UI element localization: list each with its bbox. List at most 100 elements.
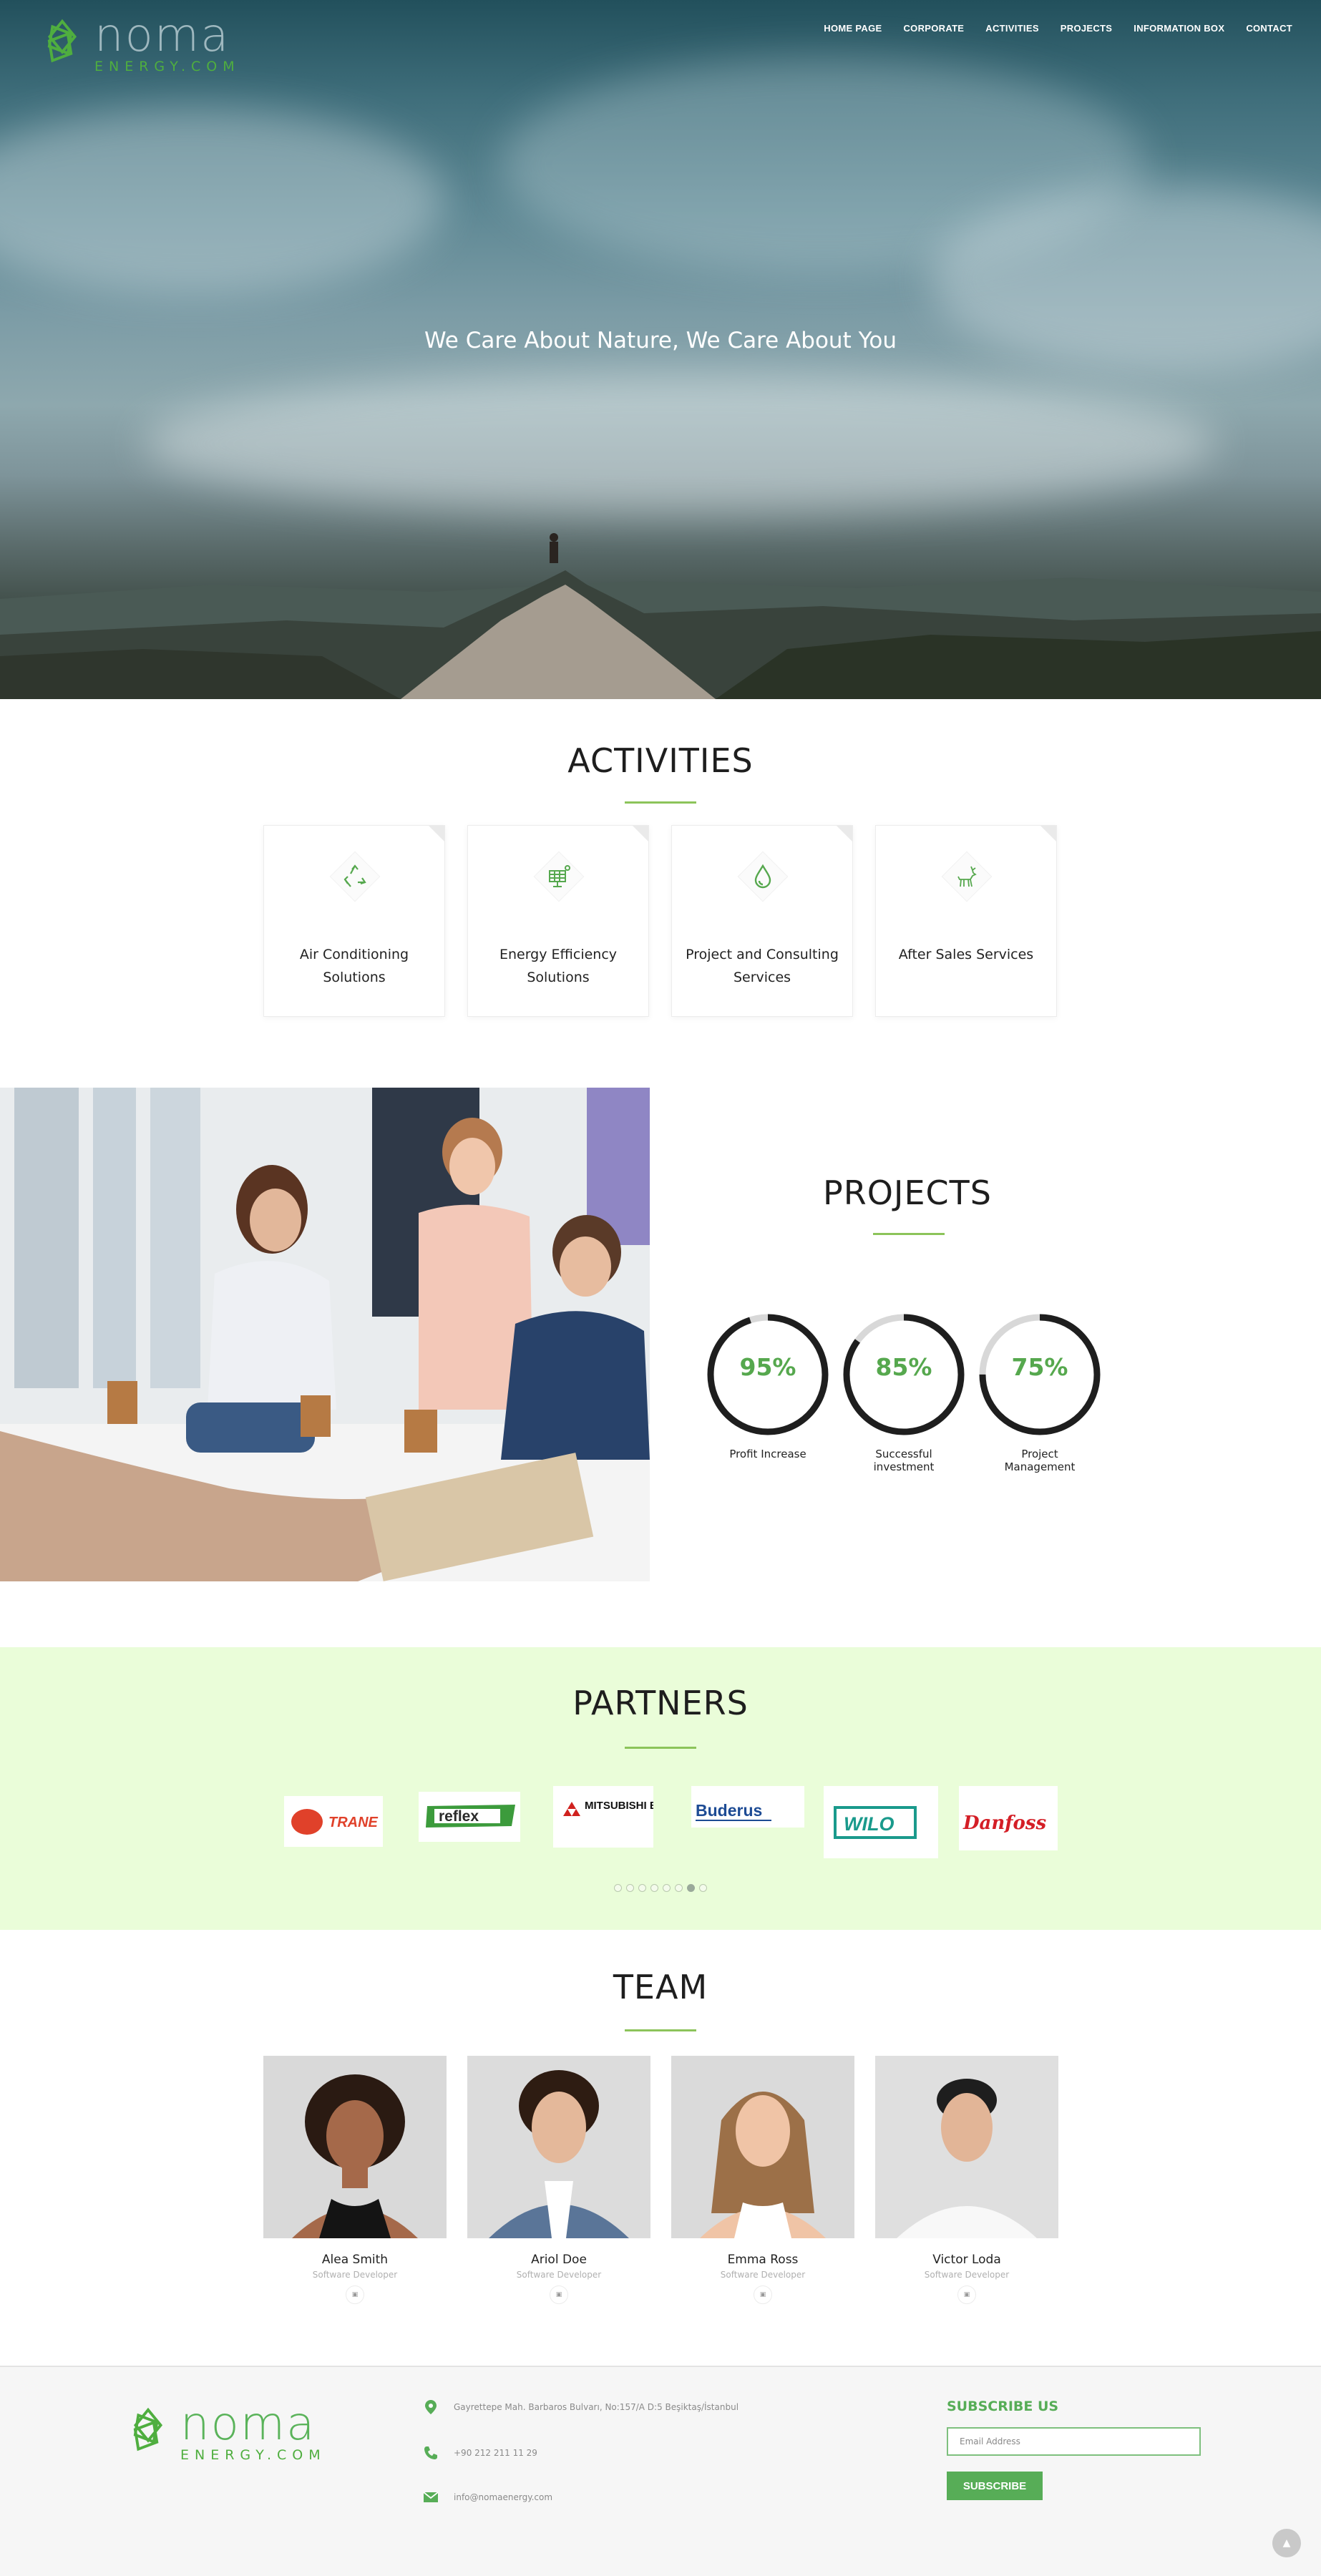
scroll-to-top-icon[interactable]: ▲ bbox=[1272, 2529, 1301, 2557]
carousel-dot[interactable] bbox=[675, 1884, 683, 1892]
partner-logo-wilo[interactable]: WILO bbox=[824, 1786, 938, 1858]
logo-wordmark: noma bbox=[94, 9, 230, 62]
activity-card-air-conditioning[interactable]: Air Conditioning Solutions bbox=[263, 825, 445, 1017]
water-drop-icon bbox=[754, 864, 771, 889]
carousel-dot[interactable] bbox=[650, 1884, 658, 1892]
solar-panel-icon bbox=[549, 865, 570, 887]
noma-logo-icon bbox=[47, 19, 77, 62]
social-link-icon[interactable]: ▣ bbox=[957, 2285, 976, 2304]
phone-text: +90 212 211 11 29 bbox=[454, 2448, 537, 2458]
footer: noma ENERGY.COM Gayrettepe Mah. Barbaros… bbox=[0, 2366, 1321, 2576]
nav-projects[interactable]: PROJECTS bbox=[1061, 23, 1112, 34]
nav-home-page[interactable]: HOME PAGE bbox=[824, 23, 882, 34]
phone-icon bbox=[424, 2446, 437, 2459]
hero-section: noma ENERGY.COM HOME PAGE CORPORATE ACTI… bbox=[0, 0, 1321, 699]
partner-logo-text: TRANE bbox=[328, 1815, 379, 1830]
stat-caption: Profit Increase bbox=[729, 1448, 806, 1460]
stat-project-management: 75% Project Management bbox=[977, 1312, 1103, 1473]
member-role: Software Developer bbox=[312, 2270, 398, 2280]
social-link-icon[interactable]: ▣ bbox=[754, 2285, 772, 2304]
address-text: Gayrettepe Mah. Barbaros Bulvarı, No:157… bbox=[454, 2402, 739, 2412]
member-photo bbox=[467, 2056, 650, 2238]
team-member-card[interactable]: Victor Loda Software Developer ▣ bbox=[875, 2056, 1058, 2304]
member-photo bbox=[875, 2056, 1058, 2238]
member-name: Victor Loda bbox=[932, 2253, 1001, 2267]
mail-icon bbox=[423, 2492, 439, 2502]
partner-logo-text: WILO bbox=[844, 1813, 894, 1835]
member-photo bbox=[671, 2056, 854, 2238]
team-member-card[interactable]: Alea Smith Software Developer ▣ bbox=[263, 2056, 447, 2304]
logo-subtext: ENERGY.COM bbox=[180, 2447, 326, 2463]
stat-caption: Successful investment bbox=[873, 1448, 935, 1473]
noma-logo-icon bbox=[133, 2407, 163, 2451]
map-pin-icon bbox=[425, 2400, 437, 2414]
stat-profit-increase: 95% Profit Increase bbox=[705, 1312, 831, 1460]
carousel-dot[interactable] bbox=[614, 1884, 622, 1892]
activity-card-energy-efficiency[interactable]: Energy Efficiency Solutions bbox=[467, 825, 649, 1017]
recycle-icon bbox=[343, 864, 366, 887]
partner-logo-reflex[interactable]: reflex bbox=[419, 1792, 520, 1842]
nav-information-box[interactable]: INFORMATION BOX bbox=[1134, 23, 1224, 34]
projects-team-photo bbox=[0, 1088, 650, 1581]
team-title-underline bbox=[625, 2029, 696, 2031]
activity-label: Project and Consulting Services bbox=[686, 947, 839, 985]
footer-logo[interactable]: noma ENERGY.COM bbox=[120, 2401, 326, 2462]
activities-title: ACTIVITIES bbox=[567, 741, 754, 780]
subscribe-title: SUBSCRIBE US bbox=[947, 2399, 1059, 2414]
carousel-dot[interactable] bbox=[638, 1884, 646, 1892]
email-text: info@nomaenergy.com bbox=[454, 2492, 553, 2502]
carousel-dot[interactable] bbox=[699, 1884, 707, 1892]
partner-logo-text: reflex bbox=[439, 1808, 479, 1825]
stat-percentage: 85% bbox=[875, 1353, 932, 1381]
activity-card-project-consulting[interactable]: Project and Consulting Services bbox=[671, 825, 853, 1017]
partner-logo-trane[interactable]: TRANE bbox=[284, 1796, 383, 1847]
member-role: Software Developer bbox=[924, 2270, 1010, 2280]
carousel-dot[interactable] bbox=[663, 1884, 671, 1892]
team-member-card[interactable]: Emma Ross Software Developer ▣ bbox=[671, 2056, 854, 2304]
activities-title-underline bbox=[625, 801, 696, 804]
subscribe-email-input[interactable] bbox=[947, 2427, 1201, 2456]
carousel-dot[interactable] bbox=[687, 1884, 695, 1892]
nav-contact[interactable]: CONTACT bbox=[1246, 23, 1292, 34]
member-role: Software Developer bbox=[516, 2270, 602, 2280]
social-link-icon[interactable]: ▣ bbox=[550, 2285, 568, 2304]
activity-label: Air Conditioning Solutions bbox=[299, 947, 409, 985]
member-name: Emma Ross bbox=[727, 2253, 799, 2267]
activity-label: After Sales Services bbox=[898, 947, 1034, 962]
partner-logo-mitsubishi[interactable]: MITSUBISHI ELECTRIC bbox=[553, 1786, 653, 1848]
partners-title: PARTNERS bbox=[572, 1684, 749, 1722]
social-link-icon[interactable]: ▣ bbox=[346, 2285, 364, 2304]
stat-caption: Project Management bbox=[1004, 1448, 1076, 1473]
member-name: Ariol Doe bbox=[531, 2253, 587, 2267]
partner-logo-text: Danfoss bbox=[962, 1813, 1046, 1834]
activity-card-after-sales[interactable]: After Sales Services bbox=[875, 825, 1057, 1017]
team-member-card[interactable]: Ariol Doe Software Developer ▣ bbox=[467, 2056, 650, 2304]
partners-title-underline bbox=[625, 1747, 696, 1749]
activity-label: Energy Efficiency Solutions bbox=[499, 947, 618, 985]
mountain-landscape bbox=[0, 533, 1321, 699]
footer-phone[interactable]: +90 212 211 11 29 bbox=[422, 2444, 537, 2462]
stat-percentage: 95% bbox=[739, 1353, 796, 1381]
deer-icon bbox=[957, 866, 977, 887]
stat-percentage: 75% bbox=[1011, 1353, 1068, 1381]
main-nav: HOME PAGE CORPORATE ACTIVITIES PROJECTS … bbox=[824, 23, 1292, 34]
subscribe-button[interactable]: SUBSCRIBE bbox=[947, 2472, 1043, 2500]
hero-tagline: We Care About Nature, We Care About You bbox=[424, 328, 897, 353]
member-role: Software Developer bbox=[720, 2270, 806, 2280]
logo-subtext: ENERGY.COM bbox=[94, 59, 240, 74]
projects-title: PROJECTS bbox=[823, 1174, 992, 1212]
footer-address: Gayrettepe Mah. Barbaros Bulvarı, No:157… bbox=[422, 2399, 739, 2416]
carousel-dot[interactable] bbox=[626, 1884, 634, 1892]
header-logo[interactable]: noma ENERGY.COM bbox=[34, 13, 240, 74]
nav-corporate[interactable]: CORPORATE bbox=[903, 23, 964, 34]
logo-wordmark: noma bbox=[180, 2398, 316, 2451]
member-photo bbox=[263, 2056, 447, 2238]
stat-successful-investment: 85% Successful investment bbox=[841, 1312, 967, 1473]
partner-logo-buderus[interactable]: Buderus bbox=[691, 1786, 804, 1828]
member-name: Alea Smith bbox=[321, 2253, 389, 2267]
team-title: TEAM bbox=[613, 1968, 708, 2006]
partners-carousel-dots bbox=[0, 1884, 1321, 1892]
partner-logo-danfoss[interactable]: Danfoss bbox=[959, 1786, 1058, 1850]
footer-email[interactable]: info@nomaenergy.com bbox=[422, 2489, 552, 2506]
nav-activities[interactable]: ACTIVITIES bbox=[985, 23, 1039, 34]
